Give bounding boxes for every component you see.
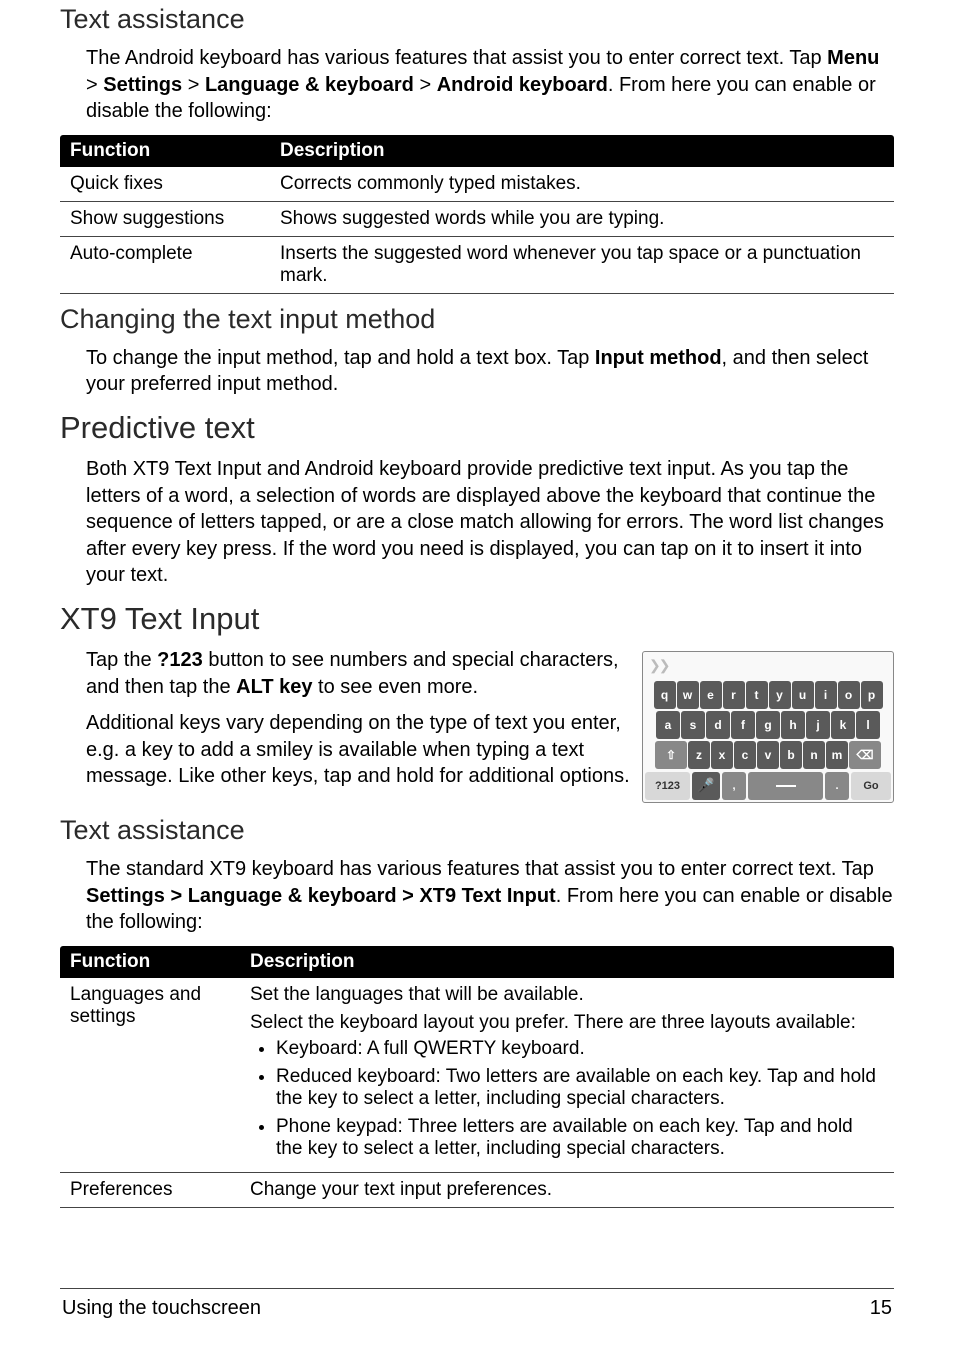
text: The Android keyboard has various feature…: [86, 47, 827, 69]
para-changing: To change the input method, tap and hold…: [60, 345, 894, 398]
keyboard-illustration: ❯❯ q w e r t y u i o p a s d f: [642, 651, 894, 803]
key-c: c: [734, 741, 756, 769]
chevron-right-icon: ❯❯: [649, 657, 668, 674]
text: The standard XT9 keyboard has various fe…: [86, 858, 874, 880]
table-xt9: Function Description Languages and setti…: [60, 946, 894, 1208]
th-function: Function: [60, 946, 240, 978]
key-z: z: [688, 741, 710, 769]
menu-path-android: Android keyboard: [437, 74, 608, 96]
key-a: a: [656, 711, 680, 739]
th-description: Description: [270, 135, 894, 167]
cell-desc: Change your text input preferences.: [240, 1172, 894, 1207]
cell-desc: Corrects commonly typed mistakes.: [270, 167, 894, 202]
key-d: d: [706, 711, 730, 739]
bold-123: ?123: [157, 649, 203, 671]
table-row: Preferences Change your text input prefe…: [60, 1172, 894, 1207]
key-l: l: [856, 711, 880, 739]
menu-path-menu: Menu: [827, 47, 879, 69]
key-v: v: [757, 741, 779, 769]
table-row: Show suggestions Shows suggested words w…: [60, 201, 894, 236]
space-key: [748, 772, 823, 800]
key-b: b: [780, 741, 802, 769]
para-predictive: Both XT9 Text Input and Android keyboard…: [60, 456, 894, 589]
bullet-list: Keyboard: A full QWERTY keyboard. Reduce…: [250, 1038, 884, 1160]
key-k: k: [831, 711, 855, 739]
footer-page-number: 15: [870, 1297, 892, 1320]
table-row: Auto-complete Inserts the suggested word…: [60, 236, 894, 293]
key-h: h: [781, 711, 805, 739]
key-x: x: [711, 741, 733, 769]
cell-func: Auto-complete: [60, 236, 270, 293]
shift-key-icon: ⇧: [655, 741, 687, 769]
heading-text-assistance-1: Text assistance: [60, 4, 894, 35]
bold-alt: ALT key: [236, 676, 312, 698]
cell-func: Languages and settings: [60, 978, 240, 1173]
key-t: t: [746, 681, 768, 709]
heading-text-assistance-2: Text assistance: [60, 815, 894, 846]
microphone-icon: 🎤: [697, 777, 714, 794]
key-s: s: [681, 711, 705, 739]
key-f: f: [731, 711, 755, 739]
symbols-key: ?123: [645, 772, 690, 800]
text: Tap the: [86, 649, 157, 671]
key-u: u: [792, 681, 814, 709]
list-item: Reduced keyboard: Two letters are availa…: [276, 1066, 884, 1110]
th-function: Function: [60, 135, 270, 167]
keyboard-drawer: ❯❯: [643, 652, 893, 680]
menu-path-settings: Settings: [103, 74, 182, 96]
key-n: n: [803, 741, 825, 769]
table-row: Languages and settings Set the languages…: [60, 978, 894, 1173]
para-text-assist-1: The Android keyboard has various feature…: [60, 45, 894, 125]
cell-desc: Inserts the suggested word whenever you …: [270, 236, 894, 293]
heading-changing-input: Changing the text input method: [60, 304, 894, 335]
list-item: Phone keypad: Three letters are availabl…: [276, 1116, 884, 1160]
text: Select the keyboard layout you prefer. T…: [250, 1012, 884, 1034]
cell-desc: Set the languages that will be available…: [240, 978, 894, 1173]
table-android-keyboard: Function Description Quick fixes Correct…: [60, 135, 894, 294]
key-y: y: [769, 681, 791, 709]
footer-title: Using the touchscreen: [62, 1297, 261, 1320]
para-text-assist-2: The standard XT9 keyboard has various fe…: [60, 856, 894, 936]
key-e: e: [700, 681, 722, 709]
comma-key: ,: [722, 772, 746, 800]
bold-input-method: Input method: [595, 347, 722, 369]
key-m: m: [826, 741, 848, 769]
table-row: Quick fixes Corrects commonly typed mist…: [60, 167, 894, 202]
key-w: w: [677, 681, 699, 709]
go-key: Go: [851, 772, 891, 800]
th-description: Description: [240, 946, 894, 978]
cell-func: Quick fixes: [60, 167, 270, 202]
page-footer: Using the touchscreen 15: [60, 1288, 894, 1320]
key-p: p: [861, 681, 883, 709]
key-r: r: [723, 681, 745, 709]
bold-path-xt9: Settings > Language & keyboard > XT9 Tex…: [86, 885, 556, 907]
mic-key-icon: 🎤: [692, 772, 720, 800]
heading-predictive-text: Predictive text: [60, 410, 894, 446]
key-j: j: [806, 711, 830, 739]
cell-func: Preferences: [60, 1172, 240, 1207]
key-o: o: [838, 681, 860, 709]
text: to see even more.: [312, 676, 478, 698]
cell-desc: Shows suggested words while you are typi…: [270, 201, 894, 236]
list-item: Keyboard: A full QWERTY keyboard.: [276, 1038, 884, 1060]
heading-xt9: XT9 Text Input: [60, 601, 894, 637]
cell-func: Show suggestions: [60, 201, 270, 236]
key-i: i: [815, 681, 837, 709]
period-key: .: [825, 772, 849, 800]
key-g: g: [756, 711, 780, 739]
text: Set the languages that will be available…: [250, 984, 884, 1006]
key-q: q: [654, 681, 676, 709]
backspace-key-icon: ⌫: [849, 741, 881, 769]
text: To change the input method, tap and hold…: [86, 347, 595, 369]
menu-path-lang: Language & keyboard: [205, 74, 414, 96]
